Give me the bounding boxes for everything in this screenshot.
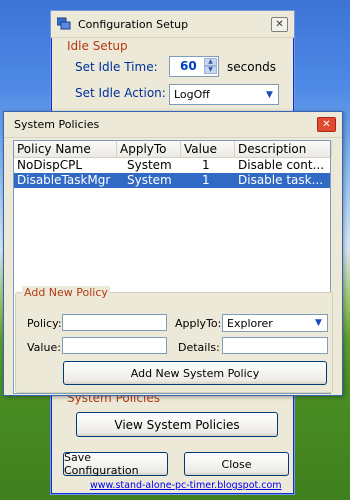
idle-action-value: LogOff [174, 88, 210, 101]
column-header-value[interactable]: Value [181, 141, 235, 157]
table-row[interactable]: DisableTaskMgr System 1 Disable task... [14, 173, 330, 188]
idle-action-select[interactable]: LogOff ▼ [169, 84, 279, 105]
set-idle-action-label: Set Idle Action: [75, 86, 166, 100]
idle-time-value: 60 [180, 59, 197, 73]
add-new-system-policy-button[interactable]: Add New System Policy [63, 361, 327, 385]
policies-close-button[interactable]: ✕ [317, 117, 336, 132]
view-system-policies-button[interactable]: View System Policies [76, 412, 278, 437]
cell-value: 1 [202, 158, 210, 172]
chevron-down-icon: ▼ [315, 318, 322, 328]
cell-apply-to: System [127, 158, 172, 172]
list-header: Policy Name ApplyTo Value Description [14, 141, 332, 158]
value-label: Value: [27, 341, 61, 354]
save-configuration-button[interactable]: Save Configuration [63, 451, 168, 477]
policy-input[interactable] [62, 314, 167, 331]
apply-to-value: Explorer [227, 317, 273, 330]
details-label: Details: [178, 341, 220, 354]
title-bar: Configuration Setup ✕ [51, 11, 294, 38]
close-window-button[interactable]: ✕ [271, 16, 288, 32]
website-link[interactable]: www.stand-alone-pc-timer.blogspot.com [90, 480, 282, 491]
set-idle-time-label: Set Idle Time: [75, 60, 158, 74]
idle-time-stepper[interactable]: 60 ▲ ▼ [169, 56, 219, 77]
details-input[interactable] [222, 337, 328, 354]
policies-title-bar: System Policies ✕ [4, 112, 342, 138]
cell-description: Disable cont... [238, 158, 325, 172]
cell-value: 1 [202, 173, 210, 187]
cell-policy-name: DisableTaskMgr [17, 173, 111, 187]
close-button[interactable]: Close [184, 452, 289, 476]
column-header-apply-to[interactable]: ApplyTo [117, 141, 181, 157]
policies-window-title: System Policies [14, 118, 100, 131]
value-input[interactable] [62, 337, 167, 354]
cell-description: Disable task... [238, 173, 324, 187]
column-header-policy-name[interactable]: Policy Name [14, 141, 117, 157]
idle-setup-group-title: Idle Setup [67, 39, 128, 53]
app-icon [57, 17, 71, 30]
stepper-down-icon[interactable]: ▼ [204, 66, 217, 74]
stepper-up-icon[interactable]: ▲ [204, 58, 217, 66]
add-new-policy-title: Add New Policy [22, 286, 110, 299]
policy-label: Policy: [27, 317, 62, 330]
apply-to-label: ApplyTo: [175, 317, 222, 330]
cell-apply-to: System [127, 173, 172, 187]
close-icon: ✕ [322, 119, 331, 130]
system-policies-window: System Policies ✕ Policy Name ApplyTo Va… [3, 111, 343, 396]
cell-policy-name: NoDispCPL [17, 158, 83, 172]
apply-to-select[interactable]: Explorer ▼ [222, 314, 328, 332]
table-row[interactable]: NoDispCPL System 1 Disable cont... [14, 158, 330, 173]
chevron-down-icon: ▼ [266, 89, 273, 100]
seconds-label: seconds [227, 60, 277, 74]
close-icon: ✕ [275, 18, 284, 30]
column-header-description[interactable]: Description [235, 141, 332, 157]
window-title: Configuration Setup [78, 17, 189, 31]
